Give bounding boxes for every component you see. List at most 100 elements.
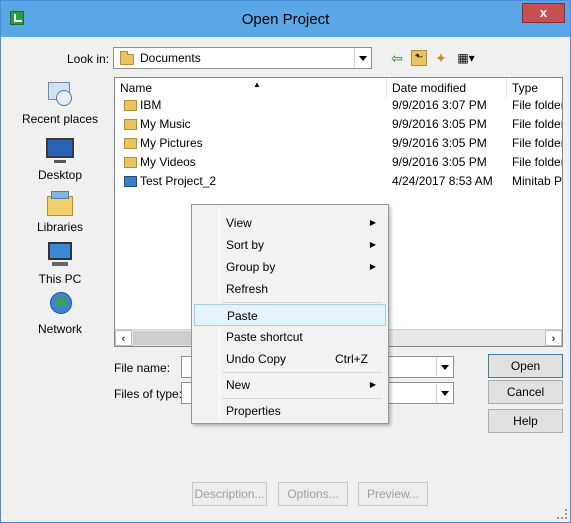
file-name-label: File name: <box>114 361 171 375</box>
menu-item-undo-copy[interactable]: Undo Copy Ctrl+Z <box>194 348 386 370</box>
file-name: IBM <box>140 98 162 112</box>
list-item[interactable]: My Music 9/9/2016 3:05 PM File folder <box>115 115 562 134</box>
menu-separator <box>222 302 382 303</box>
desktop-icon <box>44 136 76 166</box>
file-name: My Pictures <box>140 136 203 150</box>
place-recent[interactable]: Recent places <box>19 80 101 126</box>
column-type[interactable]: Type <box>507 78 562 98</box>
file-date: 9/9/2016 3:05 PM <box>392 136 487 150</box>
file-type: Minitab P <box>512 174 562 188</box>
file-name: My Music <box>140 117 191 131</box>
menu-shortcut: Ctrl+Z <box>335 352 368 366</box>
network-icon <box>44 290 76 320</box>
menu-item-group-by[interactable]: Group by ▶ <box>194 256 386 278</box>
menu-label: Properties <box>226 404 281 418</box>
up-folder-icon[interactable]: ⬑ <box>411 50 427 66</box>
column-label: Type <box>512 81 539 95</box>
preview-button[interactable]: Preview... <box>358 482 428 506</box>
menu-item-sort-by[interactable]: Sort by ▶ <box>194 234 386 256</box>
options-button[interactable]: Options... <box>278 482 348 506</box>
file-date: 4/24/2017 8:53 AM <box>392 174 493 188</box>
sort-ascending-icon: ▲ <box>253 80 261 89</box>
place-libraries[interactable]: Libraries <box>19 188 101 234</box>
back-icon[interactable]: ⇦ <box>389 50 405 66</box>
documents-folder-icon <box>120 51 134 65</box>
menu-item-view[interactable]: View ▶ <box>194 212 386 234</box>
place-this-pc[interactable]: This PC <box>19 240 101 286</box>
menu-item-paste[interactable]: Paste <box>194 304 386 326</box>
scroll-left-icon[interactable]: ‹ <box>115 330 132 346</box>
pictures-folder-icon <box>124 138 137 149</box>
file-date: 9/9/2016 3:07 PM <box>392 98 487 112</box>
file-type: File folder <box>512 117 562 131</box>
column-label: Name <box>120 81 153 95</box>
list-item[interactable]: IBM 9/9/2016 3:07 PM File folder <box>115 96 562 115</box>
files-of-type-label: Files of type: <box>114 387 183 401</box>
submenu-arrow-icon: ▶ <box>369 240 376 249</box>
look-in-value: Documents <box>140 51 201 65</box>
places-bar: Recent places Desktop Libraries This PC <box>19 80 101 350</box>
place-label: This PC <box>38 272 82 286</box>
dialog-title: Open Project <box>241 11 330 28</box>
place-label: Libraries <box>36 220 84 234</box>
menu-label: Sort by <box>226 238 265 252</box>
file-date: 9/9/2016 3:05 PM <box>392 117 487 131</box>
resize-grip-icon[interactable] <box>557 509 567 519</box>
list-item[interactable]: My Pictures 9/9/2016 3:05 PM File folder <box>115 134 562 153</box>
menu-item-paste-shortcut[interactable]: Paste shortcut <box>194 326 386 348</box>
menu-label: View <box>226 216 252 230</box>
menu-item-new[interactable]: New ▶ <box>194 374 386 396</box>
file-name: My Videos <box>140 155 196 169</box>
look-in-combo[interactable]: Documents <box>113 47 372 69</box>
menu-label: Refresh <box>226 282 269 296</box>
new-folder-icon[interactable]: ✦ <box>433 50 449 66</box>
column-name[interactable]: Name ▲ <box>115 78 387 98</box>
column-date-modified[interactable]: Date modified <box>387 78 507 98</box>
file-type: File folder <box>512 155 562 169</box>
menu-separator <box>222 372 382 373</box>
look-in-label: Look in: <box>67 52 110 66</box>
file-name-dropdown[interactable] <box>436 358 452 376</box>
title-bar[interactable]: Open Project x <box>1 1 570 37</box>
folder-icon <box>124 100 137 111</box>
open-button[interactable]: Open <box>488 354 563 378</box>
column-label: Date modified <box>392 81 467 95</box>
place-label: Desktop <box>37 168 83 182</box>
menu-separator <box>222 398 382 399</box>
menu-label: Paste <box>227 309 258 323</box>
place-label: Network <box>37 322 82 336</box>
description-button[interactable]: Description... <box>192 482 267 506</box>
music-folder-icon <box>124 119 137 130</box>
scroll-right-icon[interactable]: › <box>545 330 562 346</box>
this-pc-icon <box>44 240 76 270</box>
submenu-arrow-icon: ▶ <box>369 262 376 271</box>
file-type: File folder <box>512 136 562 150</box>
menu-label: Group by <box>226 260 276 274</box>
help-button[interactable]: Help <box>488 409 563 433</box>
menu-item-properties[interactable]: Properties <box>194 400 386 422</box>
look-in-dropdown[interactable] <box>354 49 370 67</box>
context-menu: View ▶ Sort by ▶ Group by ▶ Refresh Past… <box>191 204 389 424</box>
list-item[interactable]: My Videos 9/9/2016 3:05 PM File folder <box>115 153 562 172</box>
videos-folder-icon <box>124 157 137 168</box>
submenu-arrow-icon: ▶ <box>369 218 376 227</box>
place-label: Recent places <box>21 112 99 126</box>
close-button[interactable]: x <box>522 3 565 23</box>
files-of-type-dropdown[interactable] <box>436 384 452 402</box>
file-date: 9/9/2016 3:05 PM <box>392 155 487 169</box>
menu-label: Undo Copy <box>226 352 287 366</box>
menu-label: Paste shortcut <box>226 330 303 344</box>
libraries-icon <box>44 188 76 218</box>
file-type: File folder <box>512 98 562 112</box>
list-item[interactable]: Test Project_2 4/24/2017 8:53 AM Minitab… <box>115 172 562 191</box>
menu-item-refresh[interactable]: Refresh <box>194 278 386 300</box>
place-network[interactable]: Network <box>19 290 101 336</box>
view-menu-icon[interactable]: ▦▾ <box>453 50 479 66</box>
submenu-arrow-icon: ▶ <box>369 380 376 389</box>
file-name: Test Project_2 <box>140 174 217 188</box>
recent-places-icon <box>44 80 76 110</box>
cancel-button[interactable]: Cancel <box>488 380 563 404</box>
menu-label: New <box>226 378 251 392</box>
minitab-project-icon <box>124 176 137 187</box>
place-desktop[interactable]: Desktop <box>19 136 101 182</box>
